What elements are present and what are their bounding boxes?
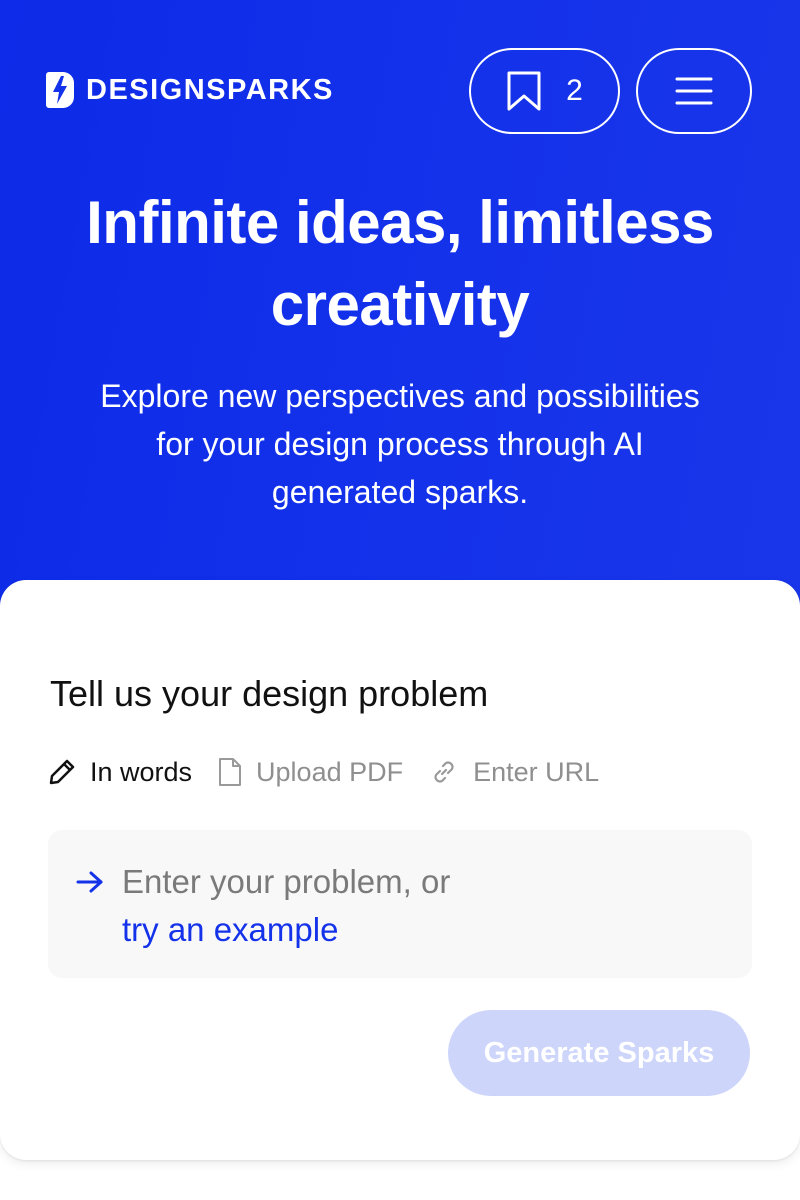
tab-enter-url[interactable]: Enter URL <box>429 757 599 788</box>
tab-upload-pdf-label: Upload PDF <box>256 756 404 787</box>
hamburger-menu-icon <box>675 77 713 105</box>
arrow-right-icon <box>76 871 103 893</box>
tab-in-words[interactable]: In words <box>48 757 192 788</box>
form-heading: Tell us your design problem <box>50 673 489 714</box>
hero-title: Infinite ideas, limitless creativity <box>40 182 760 346</box>
hero-subtitle-line-3: generated sparks. <box>271 474 529 510</box>
hero-section: DESIGNSPARKS 2 Infinite ideas, limitless… <box>0 0 800 640</box>
generate-sparks-button[interactable]: Generate Sparks <box>448 1010 750 1096</box>
input-mode-tabs: In words Upload PDF Enter URL <box>48 752 625 792</box>
pencil-icon <box>49 759 75 785</box>
problem-form-card: Tell us your design problem In words Upl… <box>0 580 800 1160</box>
hero-title-line-2: creativity <box>270 271 530 338</box>
tab-enter-url-label: Enter URL <box>473 756 600 787</box>
problem-input-placeholder: Enter your problem, or <box>122 863 451 900</box>
menu-button[interactable] <box>636 48 752 134</box>
problem-input[interactable]: Enter your problem, or try an example <box>48 830 752 978</box>
try-example-link[interactable]: try an example <box>122 906 338 954</box>
bookmark-icon <box>507 71 541 111</box>
tab-upload-pdf[interactable]: Upload PDF <box>218 757 403 788</box>
logo-text: DESIGNSPARKS <box>86 74 334 106</box>
hero-subtitle-line-1: Explore new perspectives and possibiliti… <box>100 378 700 414</box>
logo[interactable]: DESIGNSPARKS <box>46 72 334 108</box>
hero-title-line-1: Infinite ideas, limitless <box>86 189 714 256</box>
tab-in-words-label: In words <box>90 756 193 787</box>
hero-subtitle-line-2: for your design process through AI <box>156 426 644 462</box>
saved-sparks-button[interactable]: 2 <box>469 48 620 134</box>
link-icon <box>434 761 454 783</box>
document-icon <box>219 758 242 786</box>
saved-count: 2 <box>566 74 583 107</box>
hero-subtitle: Explore new perspectives and possibiliti… <box>50 372 750 516</box>
lightning-bolt-icon <box>46 72 74 108</box>
